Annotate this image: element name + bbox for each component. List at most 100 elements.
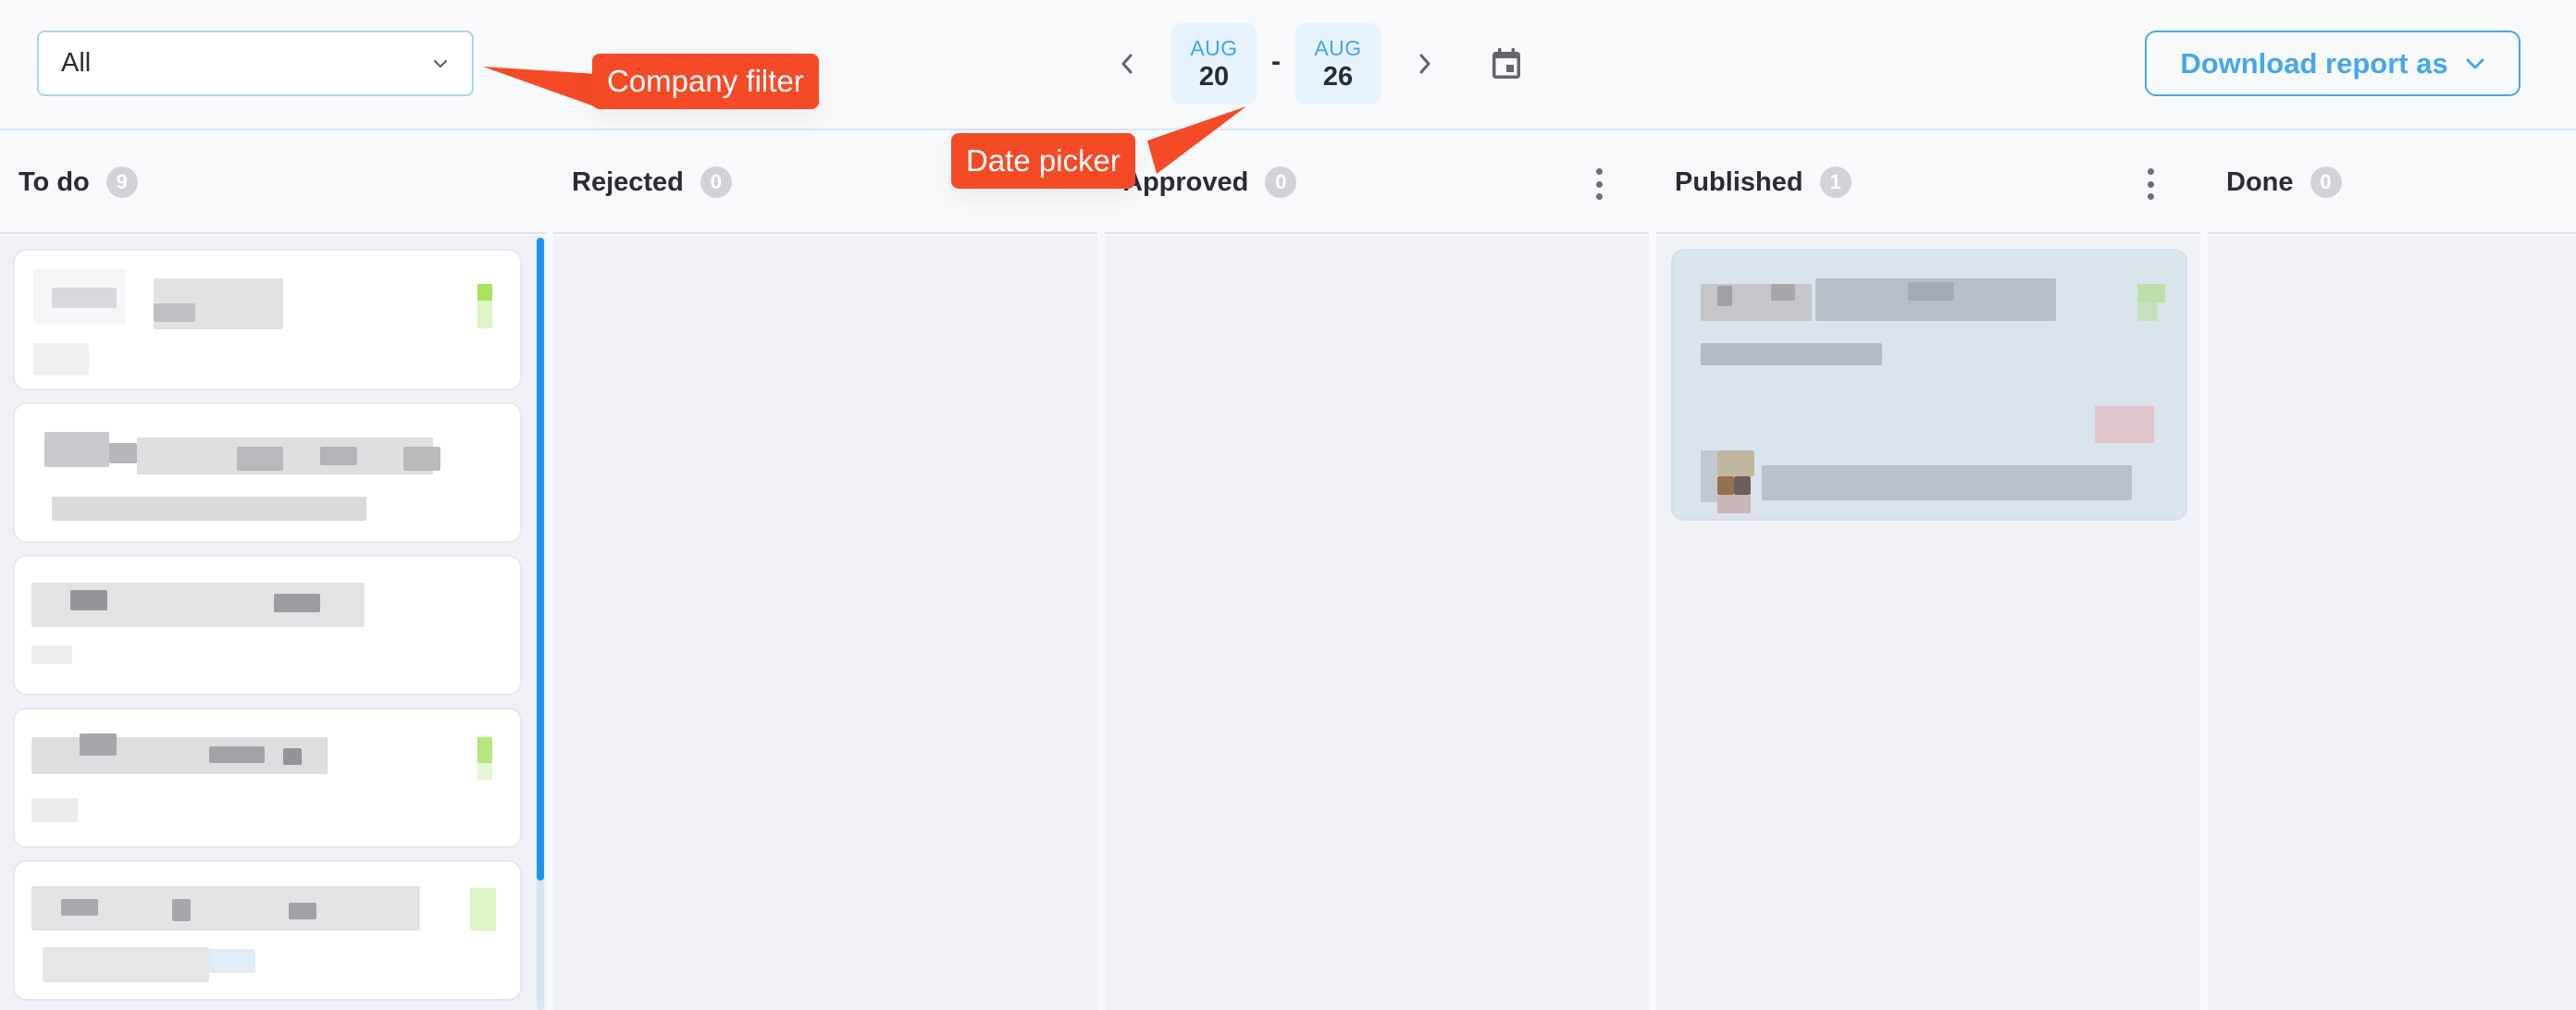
kebab-menu-icon (1595, 168, 1603, 175)
chevron-right-icon (1419, 54, 1430, 74)
scrollbar-thumb[interactable] (537, 238, 544, 881)
column-count-badge: 0 (2310, 166, 2342, 198)
redacted-text (289, 903, 316, 919)
date-separator: - (1271, 46, 1281, 77)
redacted-text (43, 947, 209, 982)
column-body (2208, 236, 2576, 1010)
column-count-badge: 0 (700, 166, 732, 198)
start-day: 20 (1198, 62, 1230, 92)
annotation-date-picker: Date picker (951, 133, 1135, 189)
end-month: AUG (1314, 36, 1362, 60)
chevron-down-icon (2466, 58, 2484, 68)
avatar (1734, 476, 1751, 495)
redacted-text (1771, 284, 1795, 301)
chevron-down-icon (433, 59, 448, 68)
column-body (1105, 236, 1649, 1010)
kebab-menu-icon (2147, 168, 2154, 175)
start-date-chip[interactable]: AUG 20 (1171, 23, 1257, 105)
task-card[interactable] (13, 402, 522, 543)
redacted-text (80, 733, 117, 756)
task-card[interactable] (13, 249, 522, 390)
status-tag (477, 301, 492, 328)
column-divider (1649, 236, 1656, 1010)
task-card[interactable] (13, 708, 522, 848)
redacted-text (1701, 343, 1882, 365)
column-divider (1097, 236, 1105, 1010)
kanban-board: To do 9 Rejected 0 Approved 0 Published … (0, 132, 2576, 1010)
redacted-text (31, 798, 78, 822)
avatar (1717, 495, 1751, 513)
status-tag (477, 763, 492, 780)
task-card[interactable] (13, 555, 522, 696)
redacted-text (274, 594, 320, 612)
status-tag (2095, 406, 2154, 443)
redacted-text (1762, 465, 2132, 500)
redacted-text (33, 343, 89, 376)
redacted-text (1908, 282, 1954, 301)
status-tag (470, 888, 496, 930)
task-card[interactable] (13, 860, 522, 1001)
calendar-button[interactable] (1479, 36, 1534, 92)
redacted-text (283, 748, 302, 765)
column-menu-button[interactable] (2139, 166, 2161, 203)
column-header: To do 9 (0, 132, 546, 234)
status-tag (2137, 284, 2165, 302)
column-approved: Approved 0 (1105, 132, 1649, 1010)
toolbar: All AUG 20 - AUG 26 Download report as (0, 0, 2576, 130)
column-rejected: Rejected 0 (553, 132, 1097, 1010)
column-title: Done (2226, 166, 2294, 197)
column-title: Published (1675, 166, 1803, 197)
annotation-pointer (1147, 106, 1246, 174)
annotation-pointer (483, 67, 597, 107)
column-published: Published 1 (1656, 132, 2200, 1010)
column-body (0, 236, 546, 1010)
redacted-text (137, 437, 433, 474)
column-to-do: To do 9 (0, 132, 546, 1010)
redacted-text (154, 303, 195, 322)
column-count-badge: 9 (105, 166, 138, 198)
annotation-company-filter: Company filter (592, 54, 819, 109)
download-report-button[interactable]: Download report as (2145, 31, 2520, 96)
status-tag (2137, 302, 2158, 321)
calendar-icon (1492, 48, 1520, 79)
chevron-left-icon (1121, 54, 1133, 74)
column-divider (546, 236, 553, 1010)
end-day: 26 (1322, 62, 1354, 92)
redacted-text (52, 497, 366, 521)
column-title: To do (19, 166, 90, 197)
column-count-badge: 1 (1819, 166, 1852, 198)
company-filter-value: All (61, 48, 92, 78)
redacted-text (320, 447, 357, 465)
column-title: Rejected (572, 166, 684, 197)
redacted-text (1717, 286, 1732, 306)
redacted-text (237, 447, 283, 471)
redacted-text (70, 590, 107, 610)
column-header: Published 1 (1656, 132, 2200, 234)
redacted-text (109, 443, 137, 463)
next-week-button[interactable] (1399, 38, 1451, 90)
avatar (1717, 450, 1754, 476)
column-count-badge: 0 (1265, 166, 1297, 198)
end-date-chip[interactable]: AUG 26 (1295, 23, 1381, 105)
redacted-text (61, 899, 98, 916)
redacted-text (403, 447, 440, 471)
scrollbar-track[interactable] (537, 238, 544, 1010)
column-done: Done 0 (2208, 132, 2576, 1010)
annotation-label: Company filter (607, 64, 804, 98)
task-card[interactable] (1671, 249, 2187, 521)
redacted-text (172, 899, 191, 921)
redacted-text (44, 432, 109, 467)
redacted-text (33, 269, 126, 325)
redacted-text (209, 949, 255, 973)
avatar (1717, 476, 1734, 495)
redacted-text (209, 746, 265, 763)
status-tag (477, 284, 492, 301)
redacted-text (1701, 450, 1717, 502)
start-month: AUG (1190, 36, 1238, 60)
download-report-label: Download report as (2180, 46, 2448, 80)
status-tag (477, 737, 492, 763)
company-filter[interactable]: All (37, 31, 474, 96)
column-menu-button[interactable] (1588, 166, 1610, 203)
previous-week-button[interactable] (1101, 38, 1153, 90)
column-body (553, 236, 1097, 1010)
